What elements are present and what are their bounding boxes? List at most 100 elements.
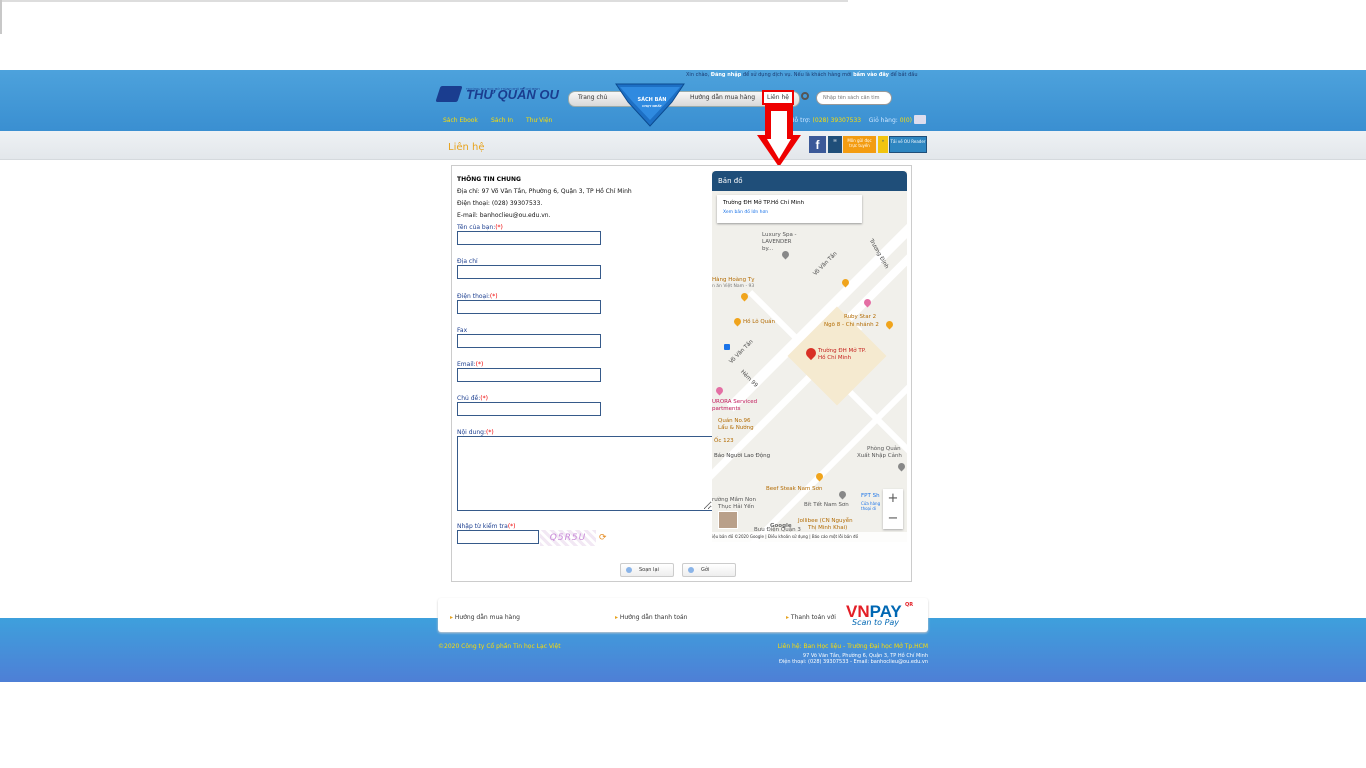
logo-subtitle: TRƯỜNG ĐẠI HỌC MỞ THÀNH PHỐ HỒ CHÍ MINH xyxy=(466,87,540,91)
subnav-library[interactable]: Thư Viện xyxy=(526,117,552,124)
map-place-card: Trường ĐH Mở TP.Hồ Chí Minh Xem bản đồ l… xyxy=(717,195,862,223)
required-mark: (*) xyxy=(485,429,494,436)
ou-reader-banner[interactable]: Tải về OU Reader xyxy=(889,136,927,153)
phone-field[interactable] xyxy=(457,300,601,314)
subnav-ebook[interactable]: Sách Ebook xyxy=(443,117,478,124)
nav-purchase-guide[interactable]: Hướng dẫn mua hàng xyxy=(690,94,755,101)
fax-field[interactable] xyxy=(457,334,601,348)
captcha-field[interactable] xyxy=(457,530,539,544)
map-label-ho-lo-quan: Hồ Lô Quán xyxy=(743,319,776,325)
top-stripe xyxy=(0,0,848,2)
name-field[interactable] xyxy=(457,231,601,245)
footer-pay-with[interactable]: ▸ Thanh toán với xyxy=(786,614,836,621)
message-textarea[interactable] xyxy=(457,436,713,511)
address-label: Địa chỉ xyxy=(457,258,478,265)
restaurant-pin-icon xyxy=(884,319,895,330)
captcha-label-text: Nhập từ kiểm tra xyxy=(457,523,508,530)
subject-label: Chủ đề:(*) xyxy=(457,395,488,402)
zoom-in-button[interactable]: + xyxy=(883,489,903,509)
email-label: Email:(*) xyxy=(457,361,483,368)
map-label-beef-steak: Beef Steak Nam Sơn xyxy=(766,486,823,492)
footer-payment-guide[interactable]: ▸ Hướng dẫn thanh toán xyxy=(615,614,687,621)
required-mark: (*) xyxy=(489,293,498,300)
cart-count[interactable]: 0(0) xyxy=(900,117,912,124)
map-label-bao-nld: Báo Người Lao Động xyxy=(714,453,771,459)
reset-button[interactable]: Soạn lại xyxy=(620,563,674,577)
send-button-icon xyxy=(688,567,694,573)
title-bar xyxy=(0,131,1366,160)
required-mark: (*) xyxy=(495,224,503,231)
book-logo-icon xyxy=(435,86,463,102)
footer-contact: Liên hệ: Ban Học liệu - Trường Đại học M… xyxy=(777,643,928,650)
map-label-quan-no-96: Quán No.96 xyxy=(718,418,751,424)
subject-label-text: Chủ đề: xyxy=(457,395,481,402)
captcha-image: Q5R5U xyxy=(540,530,596,546)
map-widget[interactable]: Bản đồ Trường ĐH Mở TP.Hồ Chí Minh Xem b… xyxy=(712,171,907,542)
map-label-mam-non: rường Mầm Non xyxy=(712,497,757,503)
vnpay-scan-to-pay: Scan to Pay xyxy=(852,618,900,627)
vnpay-qr: QR xyxy=(905,602,914,608)
map-label-luxury-spa: Luxury Spa - LAVENDER by... xyxy=(762,232,797,252)
name-label-text: Tên của bạn: xyxy=(457,224,496,231)
map-label-hoang-ty-sub: n ăn Việt Nam - 93 xyxy=(712,284,755,289)
google-logo: Google xyxy=(770,523,792,529)
subnav-print-books[interactable]: Sách In xyxy=(491,117,513,124)
support-phone: (028) 39307533 xyxy=(812,117,862,124)
map-label-fpt: FPT Sh xyxy=(861,493,880,499)
street-view-thumbnail[interactable] xyxy=(718,511,738,529)
subject-field[interactable] xyxy=(457,402,601,416)
map-label-vo-van-tan-2: Võ Văn Tần xyxy=(728,338,755,366)
footer-pay-with-label: Thanh toán với xyxy=(790,614,836,621)
badge-line-2: CHẠY NHẤT xyxy=(642,104,662,108)
online-reading-banner[interactable]: Môn gửi đọc trực tuyến xyxy=(843,136,876,153)
map-label-oc-123: Ốc 123 xyxy=(714,438,734,444)
content-label: Nội dung:(*) xyxy=(457,429,494,436)
cart-icon[interactable] xyxy=(914,115,926,124)
red-down-arrow-icon xyxy=(757,105,801,167)
required-mark: (*) xyxy=(480,395,488,402)
map-attribution[interactable]: iệu bản đồ ©2020 Google | Điều khoản sử … xyxy=(712,532,907,542)
name-label: Tên của bạn:(*) xyxy=(457,224,503,231)
contact-phone: Điện thoại: (028) 39307533. xyxy=(457,200,543,207)
download-icon[interactable]: » xyxy=(878,136,888,153)
footer-purchase-guide[interactable]: ▸ Hướng dẫn mua hàng xyxy=(450,614,520,621)
phone-label-text: Điện thoại: xyxy=(457,293,490,300)
map-label-vo-van-tan: Võ Văn Tần xyxy=(812,250,839,278)
map-label-jollibee: Jollibee (CN Nguyễn xyxy=(798,518,853,524)
content-label-text: Nội dung: xyxy=(457,429,486,436)
map-title: Bản đồ xyxy=(712,171,907,191)
map-label-bit-tet: Bít Tết Nam Sơn xyxy=(804,502,849,508)
nav-home[interactable]: Trang chủ xyxy=(578,94,607,101)
support-info: Hỗ trợ: (028) 39307533 Giỏ hàng: 0(0) xyxy=(790,117,912,124)
reset-button-icon xyxy=(626,567,632,573)
online-reading-icon[interactable]: ✉ xyxy=(828,136,842,153)
map-label-xuat-nhap-canh: Xuất Nhập Cảnh xyxy=(857,453,902,459)
refresh-captcha-icon[interactable]: ⟳ xyxy=(599,534,608,543)
greeting-text: Xin chào, Đăng nhập để sử dụng dịch vụ. … xyxy=(686,72,918,78)
search-input[interactable] xyxy=(816,91,892,105)
larger-map-link[interactable]: Xem bản đồ lớn hơn xyxy=(723,210,856,215)
nav-contact[interactable]: Liên hệ xyxy=(762,90,794,105)
map-pin-icon xyxy=(896,461,907,472)
contact-address: Địa chỉ: 97 Võ Văn Tần, Phường 6, Quận 3… xyxy=(457,188,632,195)
email-field[interactable] xyxy=(457,368,601,382)
required-mark: (*) xyxy=(475,361,484,368)
zoom-out-button[interactable]: − xyxy=(883,509,903,529)
greeting-prefix: Xin chào, xyxy=(686,72,710,78)
register-link[interactable]: bấm vào đây xyxy=(853,72,889,78)
send-button[interactable]: Gởi xyxy=(682,563,736,577)
hotel-pin-icon xyxy=(714,385,725,396)
map-label-phong-quan: Phòng Quản xyxy=(867,446,901,452)
copyright: ©2020 Công ty Cổ phần Tin học Lạc Việt xyxy=(438,643,561,650)
cart-label: Giỏ hàng: xyxy=(868,117,898,124)
facebook-icon[interactable]: f xyxy=(809,136,826,153)
login-link[interactable]: Đăng nhập xyxy=(711,72,742,78)
map-label-thuc-hai-yen: Thục Hải Yến xyxy=(718,504,755,510)
address-field[interactable] xyxy=(457,265,601,279)
bestseller-label[interactable]: SÁCH BÁN CHẠY NHẤT xyxy=(628,97,676,109)
send-button-label: Gởi xyxy=(701,567,710,573)
footer-links-bar: ▸ Hướng dẫn mua hàng ▸ Hướng dẫn thanh t… xyxy=(438,598,928,632)
fax-label: Fax xyxy=(457,327,468,334)
search-icon[interactable] xyxy=(801,92,809,100)
map-label-jollibee-2: Thị Minh Khai) xyxy=(808,525,848,531)
